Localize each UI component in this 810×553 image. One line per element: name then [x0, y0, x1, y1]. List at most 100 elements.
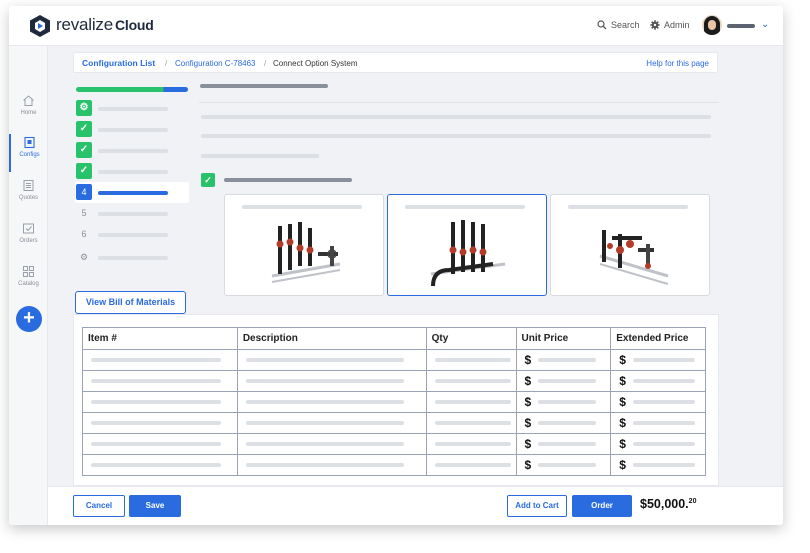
add-new-button[interactable]: +	[16, 306, 42, 332]
help-link[interactable]: Help for this page	[646, 59, 709, 68]
sidebar-item-catalog[interactable]: Catalog	[9, 263, 48, 301]
step-item[interactable]: ⚙	[75, 247, 189, 268]
cell-value-placeholder	[434, 378, 511, 383]
option-card[interactable]	[550, 194, 710, 296]
option-card-selected[interactable]	[387, 194, 547, 296]
breadcrumb-configuration[interactable]: Configuration C-78463	[175, 59, 256, 68]
add-to-cart-button[interactable]: Add to Cart	[507, 495, 567, 517]
table-row[interactable]: $ $	[82, 454, 706, 476]
cell-value-placeholder	[245, 441, 404, 446]
sidebar-item-orders[interactable]: Orders	[9, 220, 48, 258]
table-cell	[236, 412, 427, 434]
cell-value-placeholder	[632, 420, 695, 425]
breadcrumb-current-page: Connect Option System	[273, 59, 358, 68]
cell-value-placeholder	[632, 462, 695, 467]
column-header-extended-price[interactable]: Extended Price	[610, 327, 706, 350]
step-item[interactable]: ✓	[75, 140, 189, 161]
search-button[interactable]: Search	[597, 20, 640, 30]
home-icon	[23, 95, 34, 106]
cell-value-placeholder	[632, 441, 695, 446]
cell-value-placeholder	[245, 357, 404, 362]
avatar[interactable]	[702, 15, 722, 35]
option-card-title-placeholder	[568, 205, 688, 209]
order-total-cents: 20	[688, 497, 697, 505]
search-label: Search	[611, 20, 640, 30]
step-number: 4	[76, 184, 92, 200]
brand-name: revalize Cloud	[56, 15, 154, 35]
step-item[interactable]: 6	[75, 224, 189, 245]
table-cell	[425, 454, 517, 476]
order-button[interactable]: Order	[572, 495, 632, 517]
table-cell	[425, 391, 517, 413]
cell-value-placeholder	[434, 357, 511, 362]
bill-of-materials-table: Item # Description Qty Unit Price Extend…	[82, 327, 706, 476]
step-item[interactable]: 5	[75, 203, 189, 224]
cell-value-placeholder	[245, 462, 404, 467]
table-cell	[236, 433, 427, 455]
progress-fill	[76, 87, 188, 92]
column-header-qty[interactable]: Qty	[425, 327, 517, 350]
currency-symbol: $	[619, 436, 626, 451]
cell-value-placeholder	[434, 462, 511, 467]
sidebar-item-label: Quotes	[18, 195, 39, 201]
table-cell: $	[610, 454, 706, 476]
cancel-button[interactable]: Cancel	[73, 495, 125, 517]
step-item[interactable]: ✓	[75, 161, 189, 182]
breadcrumb-configuration-list[interactable]: Configuration List	[82, 58, 155, 68]
cell-value-placeholder	[91, 441, 221, 446]
table-row[interactable]: $ $	[82, 370, 706, 392]
chevron-down-icon[interactable]: ⌄	[761, 19, 769, 30]
check-icon: ✓	[76, 121, 92, 137]
cell-value-placeholder	[538, 441, 597, 446]
text-line-placeholder	[201, 115, 711, 119]
pipe-assembly-image	[430, 220, 506, 287]
table-row[interactable]: $ $	[82, 412, 706, 434]
gear-icon: ⚙	[79, 252, 89, 262]
top-bar: revalize Cloud Search Admin ⌄	[9, 6, 783, 46]
column-header-description[interactable]: Description	[236, 327, 427, 350]
sidebar-item-quotes[interactable]: Quotes	[9, 177, 48, 215]
step-item[interactable]: ⚙	[75, 98, 189, 119]
option-checkbox[interactable]: ✓	[201, 173, 215, 187]
sidebar-item-label: Configs	[19, 152, 40, 158]
table-header-row: Item # Description Qty Unit Price Extend…	[82, 327, 706, 350]
table-cell	[82, 391, 238, 413]
option-label-placeholder	[224, 178, 352, 182]
column-header-unit-price[interactable]: Unit Price	[515, 327, 612, 350]
table-cell	[82, 349, 238, 371]
step-item-active[interactable]: 4	[75, 182, 189, 203]
cell-value-placeholder	[245, 399, 404, 404]
step-label-placeholder	[98, 233, 168, 237]
user-name-placeholder[interactable]	[727, 24, 755, 28]
cell-value-placeholder	[538, 399, 597, 404]
table-row[interactable]: $ $	[82, 349, 706, 371]
table-cell	[425, 370, 517, 392]
cell-value-placeholder	[245, 420, 404, 425]
search-icon	[597, 20, 607, 30]
table-row[interactable]: $ $	[82, 391, 706, 413]
cell-value-placeholder	[91, 378, 221, 383]
cell-value-placeholder	[434, 441, 511, 446]
admin-button[interactable]: Admin	[650, 20, 690, 30]
sidebar-item-configs[interactable]: Configs	[9, 134, 48, 172]
table-row[interactable]: $ $	[82, 433, 706, 455]
view-bill-of-materials-button[interactable]: View Bill of Materials	[75, 291, 186, 314]
revalize-logo-icon[interactable]	[29, 14, 51, 38]
currency-symbol: $	[524, 394, 532, 409]
step-label-placeholder	[98, 149, 168, 153]
column-header-item[interactable]: Item #	[82, 327, 238, 350]
cell-value-placeholder	[632, 357, 695, 362]
table-cell	[425, 412, 517, 434]
table-cell: $	[610, 391, 706, 413]
breadcrumb-separator: /	[264, 59, 267, 68]
section-title-placeholder	[200, 84, 328, 88]
table-cell: $	[610, 370, 706, 392]
step-item[interactable]: ✓	[75, 119, 189, 140]
quotes-icon	[23, 180, 34, 191]
order-total-main: $50,000.	[640, 497, 689, 511]
table-cell: $	[515, 370, 612, 392]
sidebar-item-home[interactable]: Home	[9, 92, 48, 130]
option-card[interactable]	[224, 194, 384, 296]
save-button[interactable]: Save	[129, 495, 181, 517]
breadcrumb-separator: /	[165, 59, 168, 68]
